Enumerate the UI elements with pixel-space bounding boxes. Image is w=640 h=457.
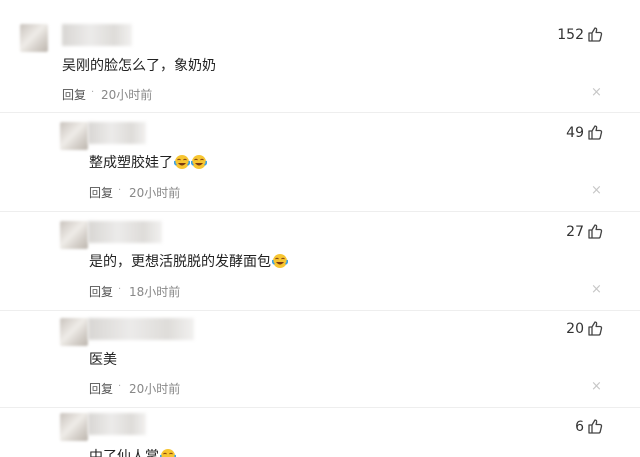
avatar[interactable] <box>60 413 88 441</box>
thumbs-up-icon[interactable] <box>587 26 603 42</box>
comment-item: 27 是的，更想活脱脱的发酵面包 回复 · 18小时前 × <box>0 212 640 309</box>
comment-text: 是的，更想活脱脱的发酵面包 <box>89 254 271 270</box>
avatar[interactable] <box>20 24 48 52</box>
username-blurred[interactable] <box>88 221 162 243</box>
username-blurred[interactable] <box>88 122 146 144</box>
username-blurred[interactable] <box>88 413 146 435</box>
reply-button[interactable]: 回复 <box>89 283 113 300</box>
avatar[interactable] <box>60 122 88 150</box>
comment-text: 整成塑胶娃了 <box>89 155 173 171</box>
reply-button[interactable]: 回复 <box>89 380 113 397</box>
comment-item: 20 医美 回复 · 20小时前 × <box>0 311 640 407</box>
thumbs-up-icon[interactable] <box>587 320 603 336</box>
separator-dot: · <box>118 381 122 392</box>
reply-button[interactable]: 回复 <box>89 184 113 201</box>
comment-text-row: 中了仙人掌 <box>89 446 176 457</box>
laughing-crying-emoji-icon <box>174 155 190 169</box>
avatar[interactable] <box>60 221 88 249</box>
comment-text-row: 是的，更想活脱脱的发酵面包 <box>89 251 288 271</box>
laughing-crying-emoji-icon <box>160 449 176 457</box>
like-count: 20 <box>566 321 584 337</box>
separator-dot: · <box>91 87 95 98</box>
comment-item: 6 中了仙人掌 <box>0 408 640 457</box>
like-count: 6 <box>575 419 584 435</box>
reply-button[interactable]: 回复 <box>62 86 86 103</box>
like-count: 152 <box>557 27 584 43</box>
comment-text: 吴刚的脸怎么了，象奶奶 <box>62 58 216 74</box>
timestamp: 20小时前 <box>129 186 181 200</box>
thumbs-up-icon[interactable] <box>587 124 603 140</box>
laughing-crying-emoji-icon <box>272 254 288 268</box>
thumbs-up-icon[interactable] <box>587 223 603 239</box>
separator-dot: · <box>118 284 122 295</box>
username-blurred[interactable] <box>88 318 194 340</box>
timestamp: 20小时前 <box>129 382 181 396</box>
thumbs-up-icon[interactable] <box>587 418 603 434</box>
timestamp: 18小时前 <box>129 285 181 299</box>
close-icon[interactable]: × <box>591 85 602 100</box>
comment-text-row: 整成塑胶娃了 <box>89 152 207 172</box>
close-icon[interactable]: × <box>591 282 602 297</box>
comment-item: 152 吴刚的脸怎么了，象奶奶 回复 · 20小时前 × <box>0 0 640 110</box>
close-icon[interactable]: × <box>591 183 602 198</box>
comment-text: 医美 <box>89 352 117 368</box>
laughing-crying-emoji-icon <box>191 155 207 169</box>
username-blurred[interactable] <box>62 24 132 46</box>
like-count: 27 <box>566 224 584 240</box>
avatar[interactable] <box>60 318 88 346</box>
timestamp: 20小时前 <box>101 88 153 102</box>
like-count: 49 <box>566 125 584 141</box>
comment-text: 中了仙人掌 <box>89 449 159 457</box>
close-icon[interactable]: × <box>591 379 602 394</box>
comment-item: 49 整成塑胶娃了 回复 · 20小时前 × <box>0 113 640 210</box>
separator-dot: · <box>118 185 122 196</box>
